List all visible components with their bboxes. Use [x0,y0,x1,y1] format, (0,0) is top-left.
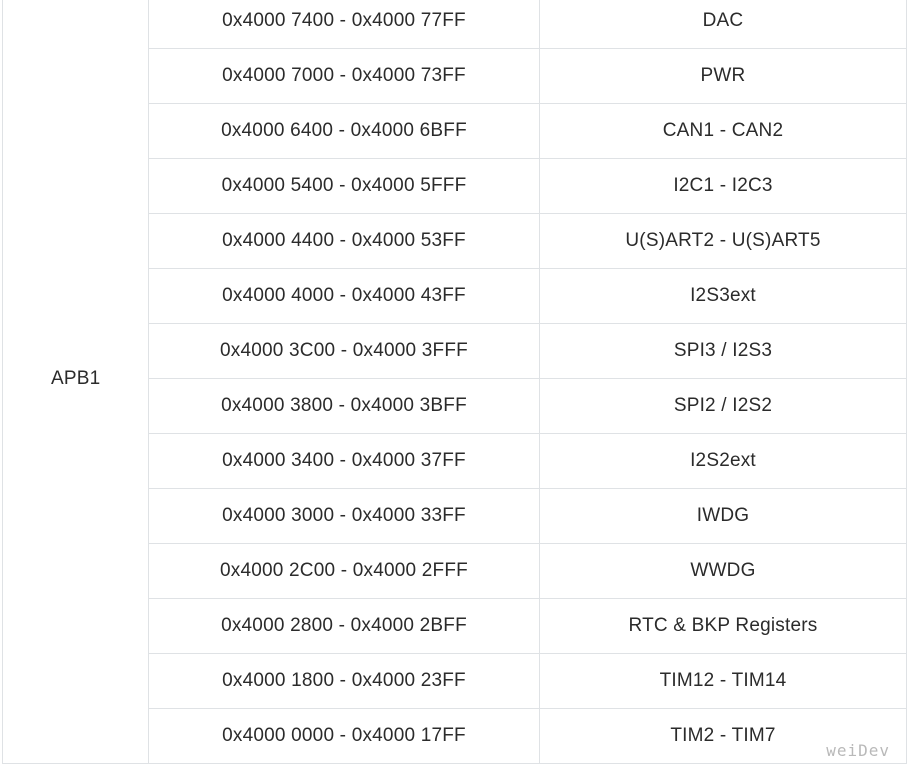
peripheral-cell: I2S2ext [539,433,907,489]
peripheral-cell: CAN1 - CAN2 [539,103,907,159]
table-row: APB1 0x4000 7400 - 0x4000 77FF DAC [2,0,907,764]
address-range-cell: 0x4000 3C00 - 0x4000 3FFF [148,323,540,379]
peripheral-cell: IWDG [539,488,907,544]
address-range-cell: 0x4000 5400 - 0x4000 5FFF [148,158,540,214]
peripheral-cell: I2S3ext [539,268,907,324]
address-range-cell: 0x4000 4000 - 0x4000 43FF [148,268,540,324]
address-range-cell: 0x4000 1800 - 0x4000 23FF [148,653,540,709]
peripheral-cell: SPI3 / I2S3 [539,323,907,379]
address-range-cell: 0x4000 2800 - 0x4000 2BFF [148,598,540,654]
address-range-cell: 0x4000 3400 - 0x4000 37FF [148,433,540,489]
peripheral-cell: DAC [539,0,907,49]
peripheral-cell: TIM12 - TIM14 [539,653,907,709]
address-range-cell: 0x4000 2C00 - 0x4000 2FFF [148,543,540,599]
peripheral-cell: I2C1 - I2C3 [539,158,907,214]
memory-map-table: APB1 0x4000 7400 - 0x4000 77FF DAC 0x400… [2,0,907,764]
peripheral-cell: RTC & BKP Registers [539,598,907,654]
address-range-cell: 0x4000 4400 - 0x4000 53FF [148,213,540,269]
address-range-cell: 0x4000 7400 - 0x4000 77FF [148,0,540,49]
peripheral-cell: WWDG [539,543,907,599]
address-range-cell: 0x4000 0000 - 0x4000 17FF [148,708,540,764]
document-frame: APB1 0x4000 7400 - 0x4000 77FF DAC 0x400… [0,0,910,780]
peripheral-cell: U(S)ART2 - U(S)ART5 [539,213,907,269]
address-range-cell: 0x4000 6400 - 0x4000 6BFF [148,103,540,159]
watermark: weiDev [826,741,890,760]
address-range-cell: 0x4000 3800 - 0x4000 3BFF [148,378,540,434]
peripheral-cell: SPI2 / I2S2 [539,378,907,434]
address-range-cell: 0x4000 7000 - 0x4000 73FF [148,48,540,104]
peripheral-cell: PWR [539,48,907,104]
memory-map-body: APB1 0x4000 7400 - 0x4000 77FF DAC 0x400… [2,0,907,764]
bus-name-cell: APB1 [2,0,149,764]
address-range-cell: 0x4000 3000 - 0x4000 33FF [148,488,540,544]
